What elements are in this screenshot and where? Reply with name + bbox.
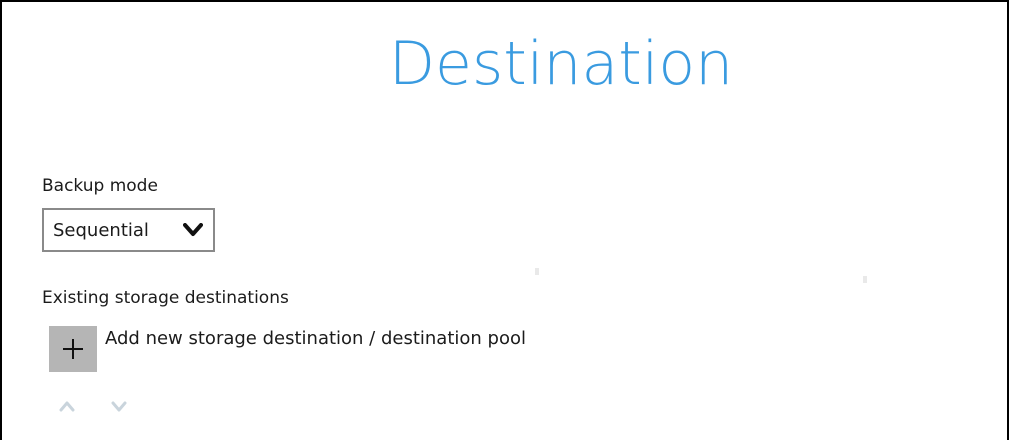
decorative-speck <box>535 268 539 275</box>
plus-icon <box>63 339 83 359</box>
move-up-button[interactable] <box>59 400 75 412</box>
add-destination-link[interactable]: Add new storage destination / destinatio… <box>105 328 526 349</box>
decorative-speck <box>863 276 867 283</box>
existing-destinations-label: Existing storage destinations <box>42 288 289 308</box>
backup-mode-select[interactable]: Sequential <box>42 208 215 252</box>
page-title: Destination <box>388 29 734 99</box>
move-down-button[interactable] <box>111 400 127 412</box>
backup-mode-label: Backup mode <box>42 176 158 196</box>
chevron-down-icon <box>183 223 203 236</box>
backup-mode-value: Sequential <box>53 220 149 241</box>
add-destination-button[interactable] <box>49 326 97 372</box>
wizard-frame: Destination Backup mode Sequential Exist… <box>0 0 1009 440</box>
